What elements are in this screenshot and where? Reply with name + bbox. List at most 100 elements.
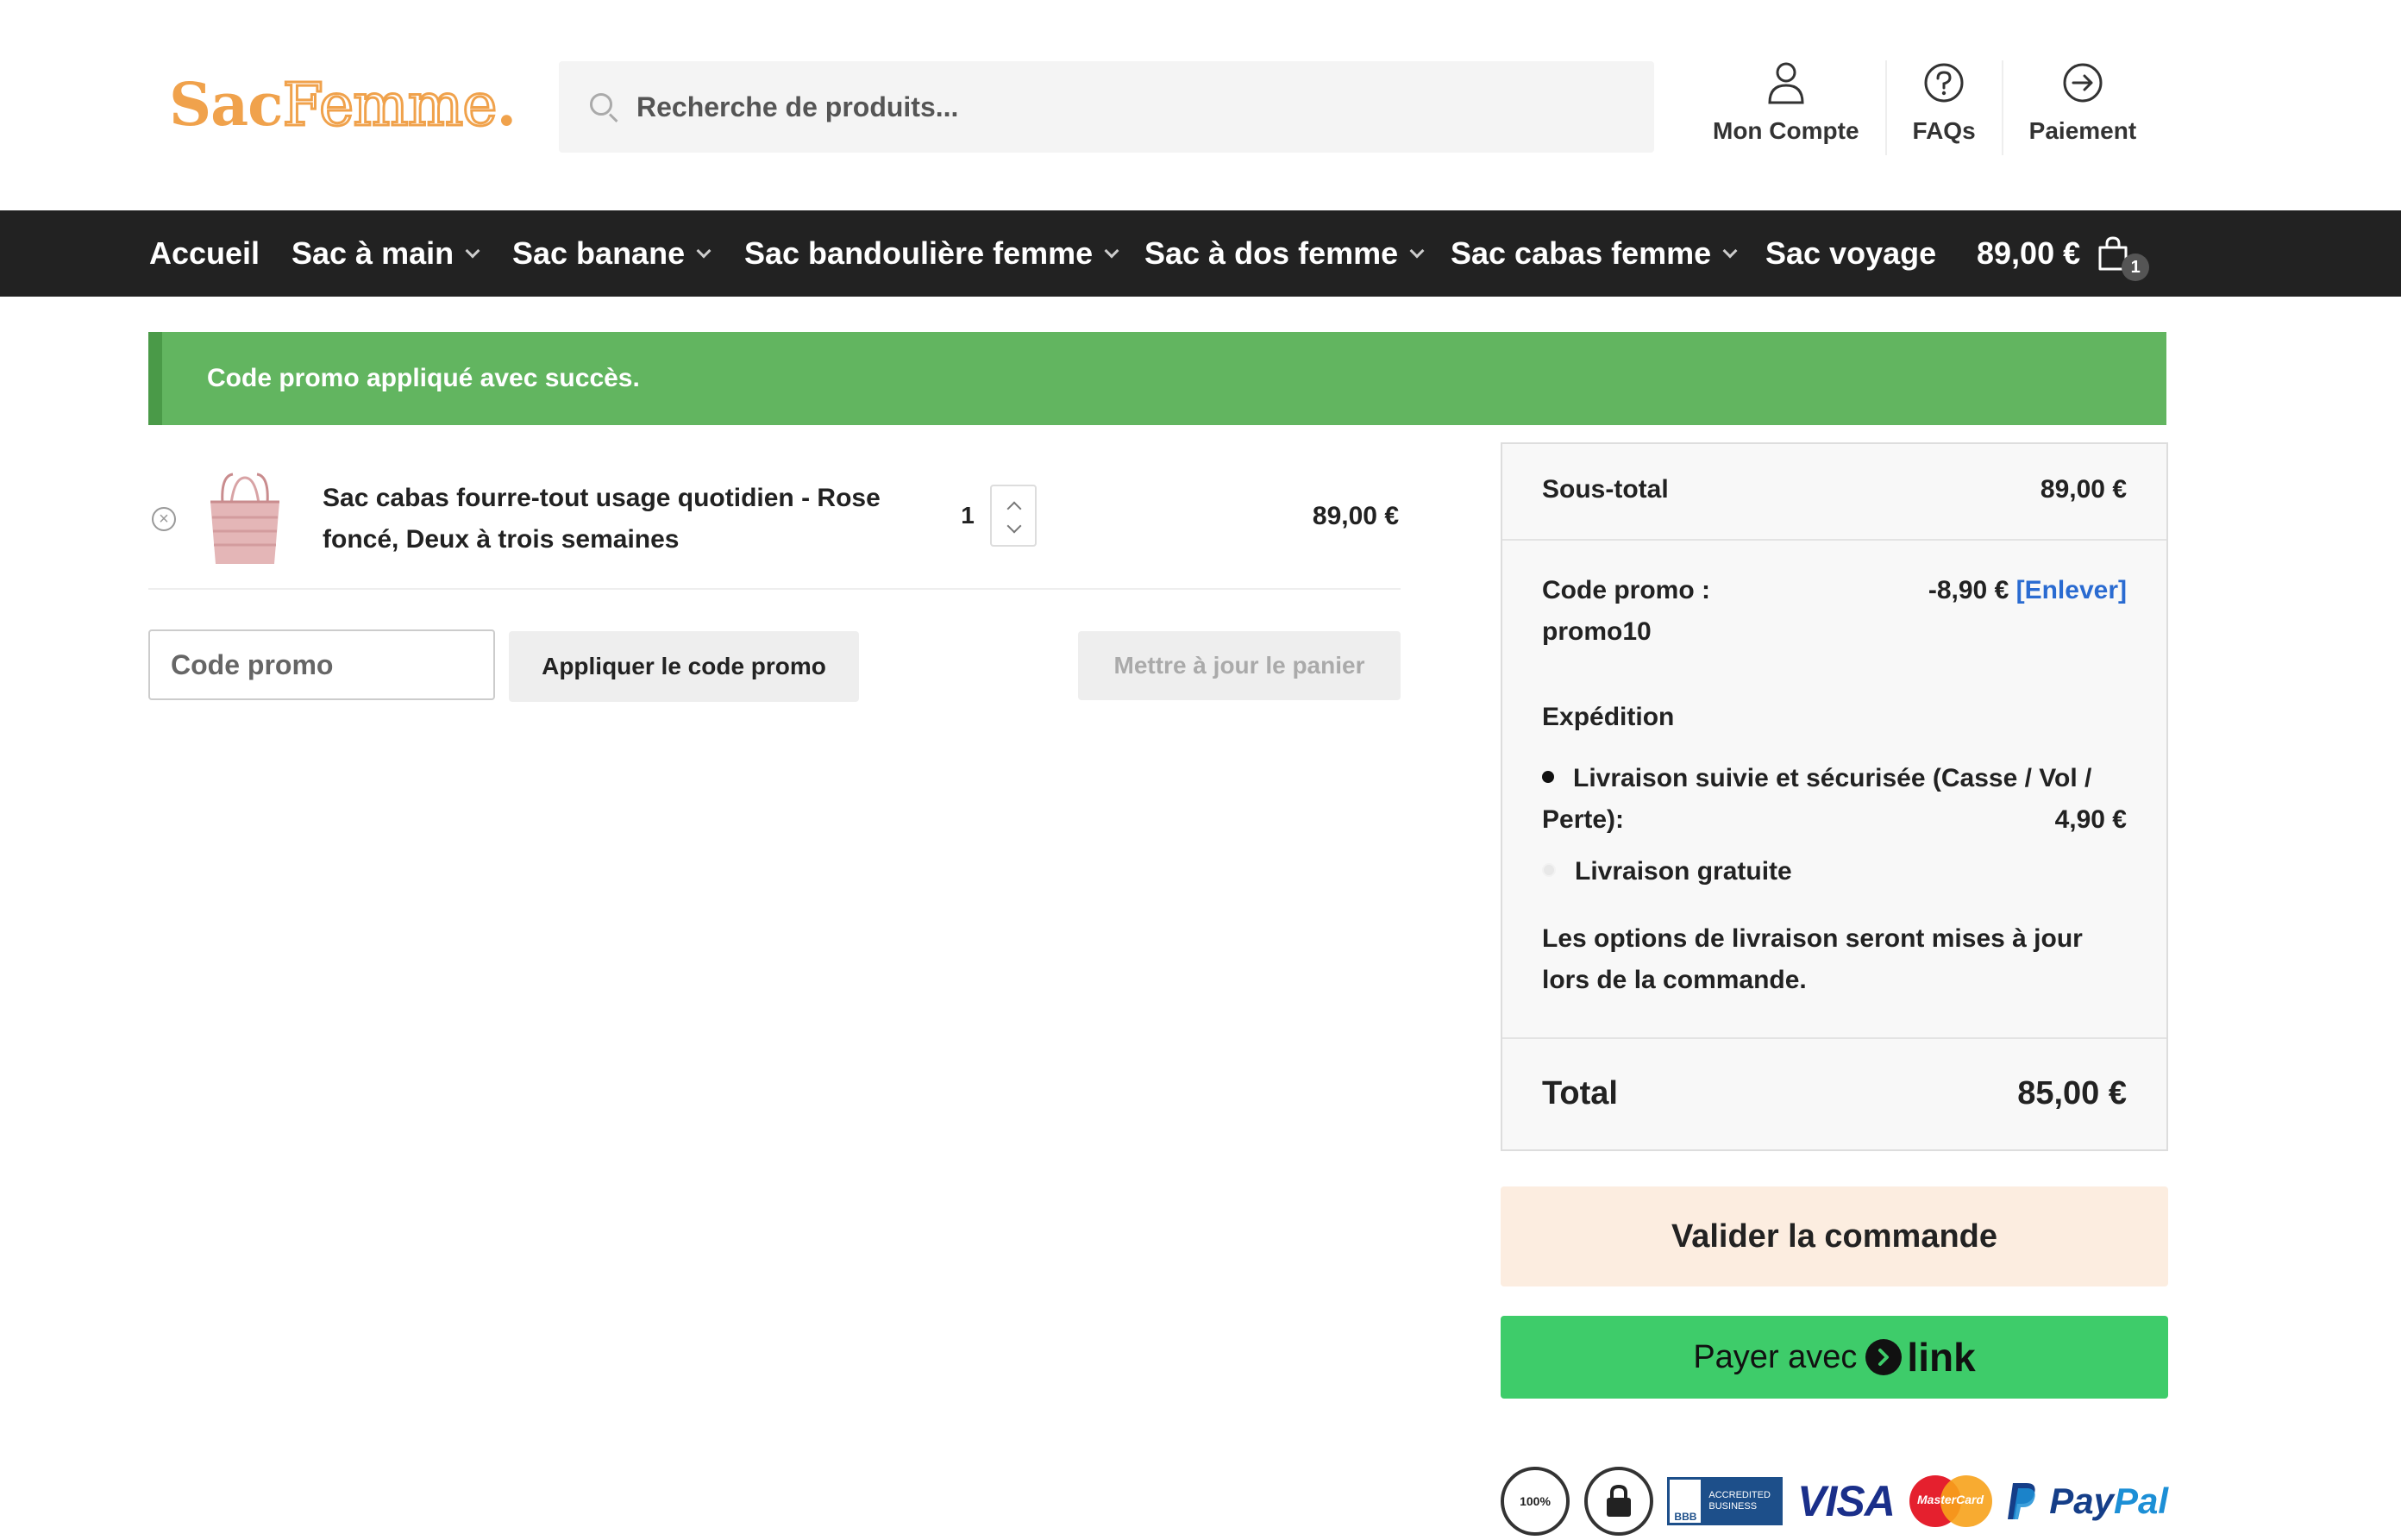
header-link-label: Mon Compte	[1713, 117, 1859, 144]
success-notice: Code promo appliqué avec succès.	[148, 332, 2166, 425]
header-cart[interactable]: 89,00 € 1	[1977, 210, 2150, 297]
cart-totals-panel: Sous-total 89,00 € Code promo : promo10 …	[1501, 442, 2168, 1151]
bbb-text-2: BUSINESS	[1708, 1501, 1758, 1512]
search-icon	[588, 91, 619, 123]
pay-with-label: Payer avec	[1693, 1338, 1858, 1375]
divider	[1502, 1037, 2166, 1039]
nav-item-label: Sac à dos femme	[1144, 235, 1399, 271]
bbb-text-1: ACCREDITED	[1708, 1490, 1771, 1500]
shipping-option-price: 4,90 €	[2054, 805, 2127, 834]
satisfaction-text: 100%	[1520, 1494, 1551, 1508]
nav-item-sac-bandouliere[interactable]: Sac bandoulière femme	[744, 210, 1119, 297]
coupon-input[interactable]	[148, 629, 495, 700]
nav-item-label: Sac cabas femme	[1451, 235, 1712, 271]
header-link-payment[interactable]: Paiement	[2003, 60, 2163, 155]
quantity-value[interactable]: 1	[945, 502, 990, 529]
search-bar	[559, 61, 1654, 153]
total-label: Total	[1542, 1075, 1618, 1111]
bbb-accredited-badge: BBB ACCREDITED BUSINESS	[1667, 1477, 1784, 1525]
shipping-label: Expédition	[1542, 703, 1675, 731]
paypal-text-2: Pal	[2113, 1481, 2168, 1521]
nav-item-label: Sac bandoulière femme	[744, 235, 1094, 271]
validate-order-button[interactable]: Valider la commande	[1501, 1186, 2168, 1286]
search-input[interactable]	[636, 91, 1585, 123]
chevron-down-icon	[465, 243, 480, 259]
site-header: SacFemme. Mon Compte FAQs Paiement	[0, 0, 2401, 210]
header-link-label: FAQs	[1912, 117, 1976, 144]
paypal-text-1: Pay	[2049, 1481, 2114, 1521]
link-logo: link	[1865, 1334, 1976, 1380]
chevron-down-icon	[1722, 243, 1738, 259]
cart-total: 89,00 €	[1977, 235, 2081, 271]
coupon-row: Code promo : promo10 -8,90 € [Enlever]	[1502, 570, 2166, 653]
nav-item-label: Sac banane	[512, 235, 686, 271]
quantity-stepper[interactable]: 1	[945, 485, 1042, 547]
logo-text-femme: Femme	[281, 71, 498, 141]
divider	[1502, 539, 2166, 541]
product-thumbnail[interactable]	[197, 469, 293, 566]
chevron-down-icon[interactable]	[1006, 518, 1022, 534]
line-item-price: 89,00 €	[1312, 502, 1399, 530]
lock-icon	[1606, 1484, 1631, 1517]
shopping-bag-icon: 1	[2096, 236, 2150, 281]
nav-item-sac-cabas[interactable]: Sac cabas femme	[1451, 210, 1738, 297]
product-name-link[interactable]: Sac cabas fourre-tout usage quotidien - …	[323, 478, 943, 560]
nav-item-label: Sac à main	[292, 235, 454, 271]
link-arrow-icon	[1865, 1339, 1903, 1375]
pay-with-link-button[interactable]: Payer avec link	[1501, 1316, 2168, 1399]
header-link-faqs[interactable]: FAQs	[1887, 60, 2003, 155]
user-icon	[1764, 60, 1809, 105]
help-circle-icon	[1921, 60, 1966, 105]
main-nav: Accueil Sac à main Sac banane Sac bandou…	[0, 210, 2401, 297]
shipping-heading: Expédition	[1502, 703, 2166, 732]
trust-badges: 100% BBB ACCREDITED BUSINESS VISA MasterC…	[1501, 1462, 2168, 1540]
notice-text: Code promo appliqué avec succès.	[207, 364, 640, 392]
logo-text-dot: .	[496, 71, 517, 140]
coupon-code: promo10	[1542, 617, 1652, 646]
satisfaction-guaranteed-badge: 100%	[1501, 1467, 1570, 1536]
bbb-left-text: BBB	[1667, 1477, 1704, 1525]
shipping-option-label: Livraison gratuite	[1575, 857, 1792, 886]
header-link-label: Paiement	[2028, 117, 2137, 144]
apply-coupon-button[interactable]: Appliquer le code promo	[509, 631, 859, 702]
subtotal-label: Sous-total	[1542, 475, 1669, 504]
header-link-account[interactable]: Mon Compte	[1687, 60, 1887, 155]
shipping-option-label: Livraison suivie et sécurisée (Casse / V…	[1542, 764, 2092, 834]
shipping-note-text: Les options de livraison seront mises à …	[1542, 924, 2083, 994]
chevron-down-icon	[696, 243, 712, 259]
nav-item-sac-voyage[interactable]: Sac voyage	[1765, 210, 1936, 297]
update-cart-button[interactable]: Mettre à jour le panier	[1078, 631, 1401, 700]
coupon-value: -8,90 €	[1928, 576, 2009, 604]
nav-item-sac-a-dos[interactable]: Sac à dos femme	[1144, 210, 1425, 297]
total-value: 85,00 €	[2017, 1075, 2127, 1111]
chevron-down-icon	[1409, 243, 1425, 259]
cart-count-badge: 1	[2122, 254, 2150, 281]
secure-ordering-badge	[1583, 1467, 1653, 1536]
chevron-down-icon	[1104, 243, 1119, 259]
mastercard-logo: MasterCard	[1909, 1475, 1992, 1527]
remove-coupon-link[interactable]: [Enlever]	[2016, 576, 2127, 604]
visa-logo: VISA	[1797, 1477, 1896, 1525]
nav-item-sac-a-main[interactable]: Sac à main	[292, 210, 480, 297]
subtotal-row: Sous-total 89,00 €	[1502, 475, 2166, 504]
logo-text-sac: Sac	[169, 71, 284, 140]
quantity-spinner[interactable]	[990, 485, 1037, 547]
remove-item-button[interactable]: ×	[152, 507, 176, 531]
header-links: Mon Compte FAQs Paiement	[1687, 60, 2162, 155]
shipping-note: Les options de livraison seront mises à …	[1502, 918, 2141, 1001]
total-row: Total 85,00 €	[1502, 1075, 2166, 1112]
arrow-circle-right-icon	[2060, 60, 2105, 105]
nav-item-label: Sac voyage	[1765, 235, 1937, 271]
nav-item-sac-banane[interactable]: Sac banane	[512, 210, 712, 297]
remove-icon: ×	[159, 510, 169, 529]
cart-item-row: × Sac cabas fourre-tout usage quotidien …	[148, 448, 1401, 590]
chevron-up-icon[interactable]	[1006, 501, 1022, 516]
site-logo[interactable]: SacFemme.	[169, 71, 517, 141]
paypal-logo: Pay Pal	[2006, 1481, 2168, 1522]
nav-item-accueil[interactable]: Accueil	[149, 210, 260, 297]
link-brand-text: link	[1907, 1335, 1976, 1380]
shipping-option-tracked[interactable]: Livraison suivie et sécurisée (Casse / V…	[1502, 758, 2166, 841]
radio-selected[interactable]	[1542, 771, 1554, 784]
radio-unselected[interactable]	[1542, 863, 1556, 878]
shipping-option-free[interactable]: Livraison gratuite	[1502, 851, 2166, 892]
